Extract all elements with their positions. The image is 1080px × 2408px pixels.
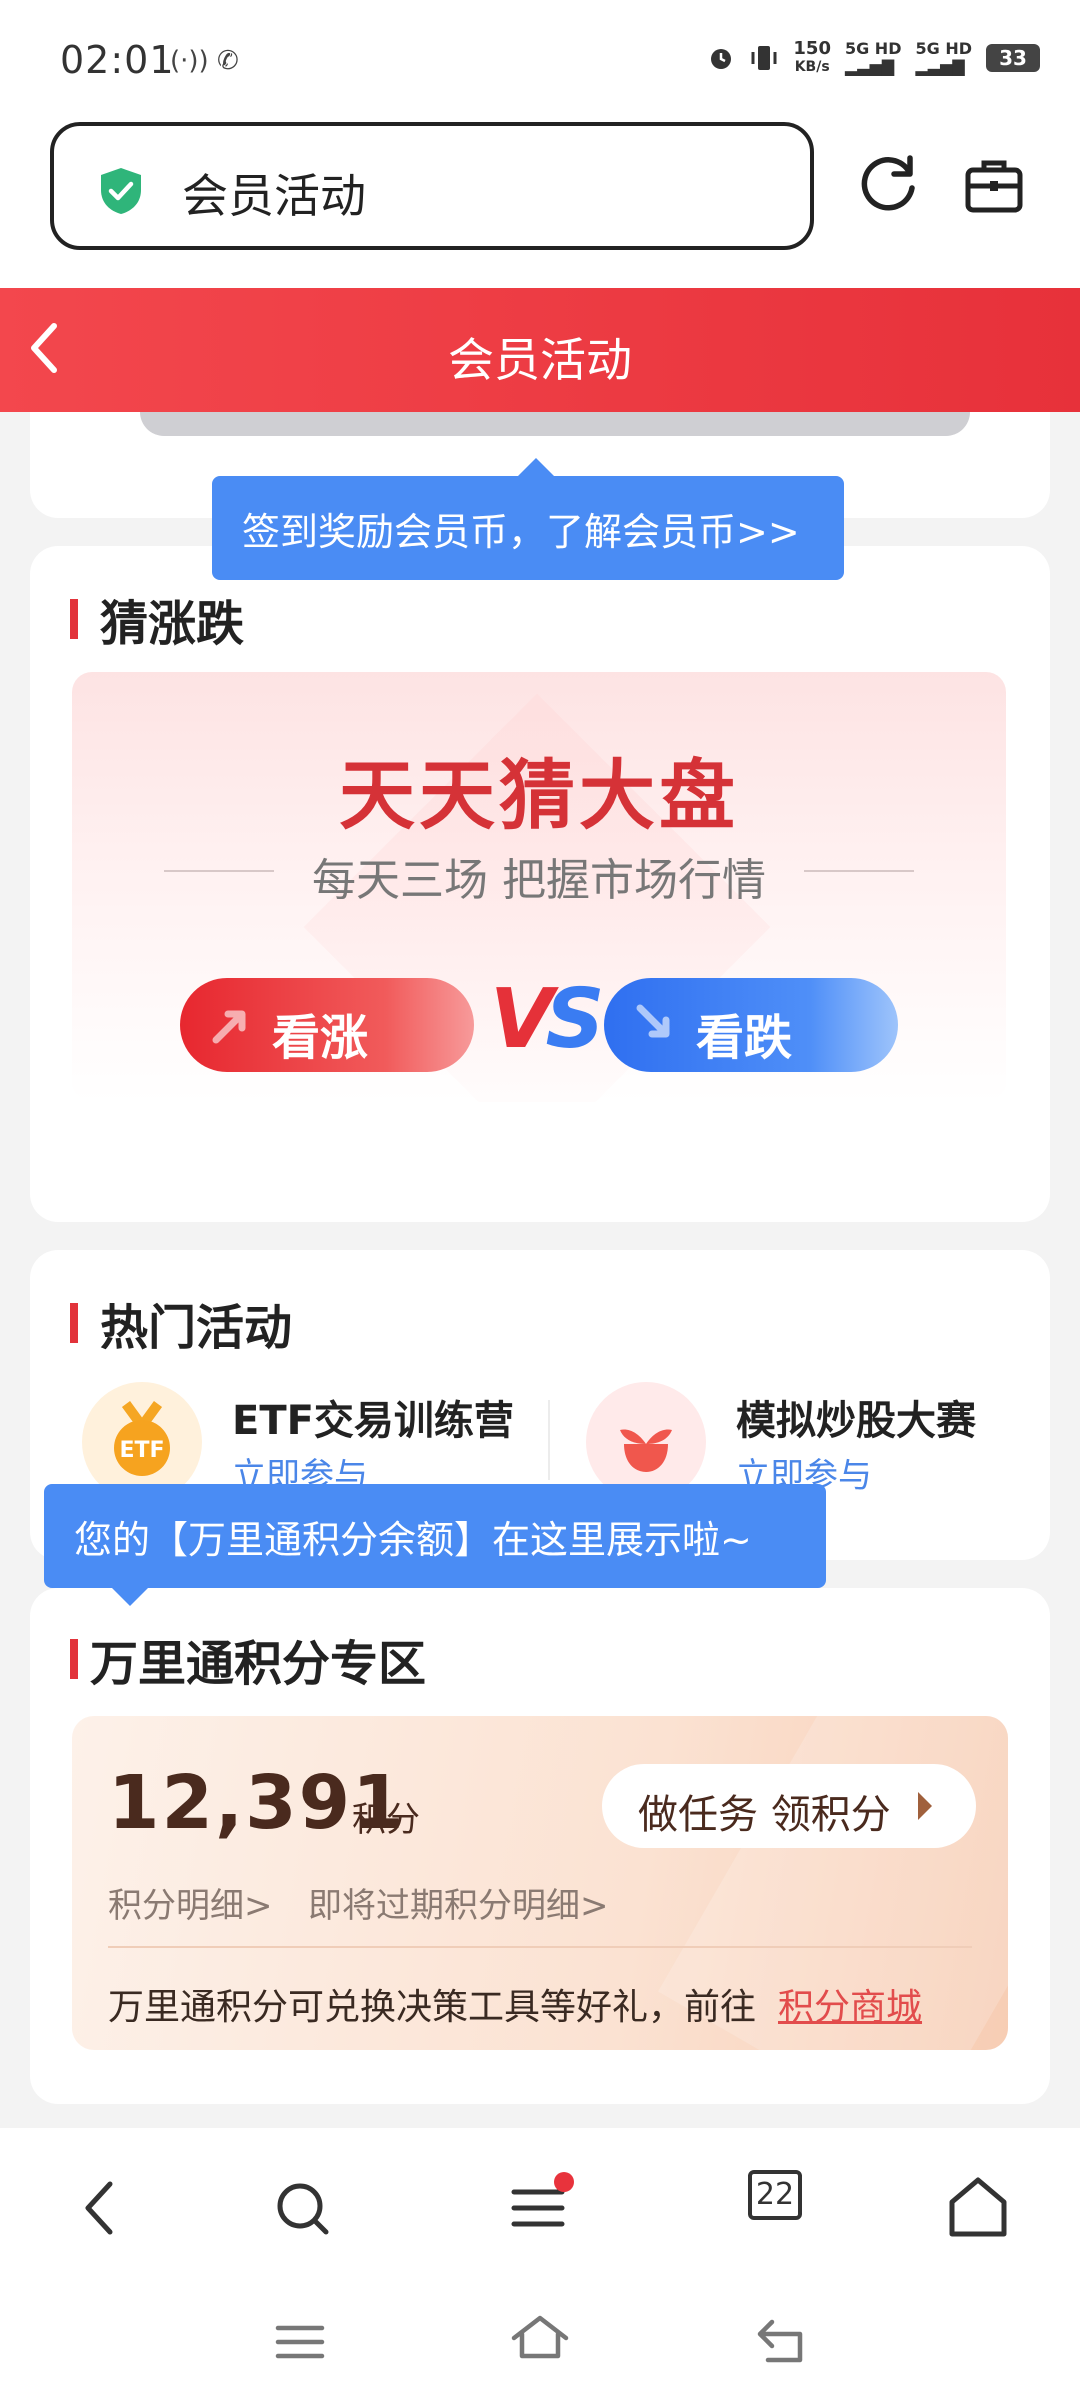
section-title: 热门活动 bbox=[100, 1300, 293, 1356]
address-field[interactable]: 会员活动 bbox=[50, 122, 814, 250]
svg-text:ETF: ETF bbox=[119, 1438, 164, 1463]
shield-check-icon bbox=[101, 168, 141, 214]
signal-2-icon: 5G HD ▂▃▅▇ bbox=[915, 39, 972, 76]
hotspot-call-icons: (·)) ✆ bbox=[170, 46, 239, 76]
arrow-down-icon bbox=[636, 1004, 670, 1038]
guess-section: 猜涨跌 天天猜大盘 每天三场 把握市场行情 看涨 VS 看跌 bbox=[30, 546, 1050, 1222]
divider bbox=[108, 1946, 972, 1948]
section-header: 万里通积分专区 bbox=[70, 1624, 426, 1694]
page-header: 会员活动 bbox=[0, 288, 1080, 412]
status-right-icons: 150 KB/s 5G HD ▂▃▅▇ 5G HD ▂▃▅▇ 33 bbox=[707, 40, 1040, 76]
section-accent-bar bbox=[70, 599, 78, 639]
arrow-up-icon bbox=[212, 1010, 246, 1044]
divider bbox=[548, 1400, 550, 1480]
points-mall-link[interactable]: 积分商城 bbox=[778, 1978, 922, 2030]
system-nav-bar bbox=[0, 2284, 1080, 2408]
guess-banner[interactable]: 天天猜大盘 每天三场 把握市场行情 看涨 VS 看跌 bbox=[72, 672, 1006, 1102]
browser-url-bar: 会员活动 bbox=[0, 120, 1080, 288]
status-bar: 02:01 (·)) ✆ 150 KB/s 5G HD ▂▃▅▇ 5G HD ▂▃▅… bbox=[0, 0, 1080, 120]
guess-up-button[interactable]: 看涨 bbox=[180, 978, 474, 1072]
points-panel: 12,391 积分 做任务 领积分 积分明细> 即将过期积分明细> 万里通积分可… bbox=[72, 1716, 1008, 2050]
up-label: 看涨 bbox=[272, 1010, 369, 1066]
signal-1-icon: 5G HD ▂▃▅▇ bbox=[844, 39, 902, 76]
points-note: 万里通积分可兑换决策工具等好礼，前往 bbox=[108, 1987, 757, 2028]
notification-dot bbox=[554, 2172, 574, 2192]
guess-down-button[interactable]: 看跌 bbox=[604, 978, 898, 1072]
address-text: 会员活动 bbox=[182, 169, 366, 223]
banner-title: 天天猜大盘 bbox=[339, 751, 739, 840]
tabs-button[interactable]: 22 bbox=[748, 2170, 802, 2220]
activity-name: ETF交易训练营 bbox=[232, 1398, 514, 1444]
chevron-right-icon bbox=[918, 1792, 932, 1820]
page-title: 会员活动 bbox=[448, 333, 632, 387]
section-accent-bar bbox=[70, 1639, 78, 1679]
battery-icon: 33 bbox=[986, 44, 1040, 72]
home-icon[interactable] bbox=[938, 2168, 1018, 2248]
browser-bottom-nav: 22 bbox=[0, 2128, 1080, 2284]
points-detail-link[interactable]: 积分明细> bbox=[108, 1878, 273, 1927]
section-header: 猜涨跌 bbox=[70, 584, 244, 654]
reload-icon[interactable] bbox=[858, 154, 920, 216]
points-unit: 积分 bbox=[352, 1800, 420, 1840]
down-label: 看跌 bbox=[696, 1010, 793, 1066]
section-title: 万里通积分专区 bbox=[90, 1636, 427, 1692]
system-home-icon[interactable] bbox=[508, 2310, 572, 2370]
earn-points-button[interactable]: 做任务 领积分 bbox=[602, 1764, 976, 1848]
recents-icon[interactable] bbox=[272, 2314, 328, 2370]
checkin-tooltip[interactable]: 签到奖励会员币，了解会员币>> bbox=[212, 458, 844, 580]
toolbox-icon[interactable] bbox=[964, 156, 1024, 216]
banner-subtitle: 每天三场 把握市场行情 bbox=[312, 855, 766, 906]
back-icon[interactable] bbox=[60, 2168, 140, 2248]
activity-name: 模拟炒股大赛 bbox=[736, 1398, 976, 1444]
section-header: 热门活动 bbox=[70, 1288, 292, 1358]
system-back-icon[interactable] bbox=[752, 2314, 812, 2370]
network-speed: 150 KB/s bbox=[793, 38, 831, 76]
points-tooltip[interactable]: 您的【万里通积分余额】在这里展示啦~ bbox=[44, 1484, 826, 1606]
earn-points-label: 做任务 领积分 bbox=[638, 1792, 891, 1838]
expiring-points-link[interactable]: 即将过期积分明细> bbox=[308, 1878, 609, 1927]
vs-badge: VS bbox=[490, 972, 605, 1067]
points-section: 万里通积分专区 12,391 积分 做任务 领积分 积分明细> 即将过期积分明细… bbox=[30, 1588, 1050, 2104]
section-title: 猜涨跌 bbox=[100, 596, 245, 652]
vibrate-icon bbox=[751, 46, 777, 70]
alarm-icon bbox=[711, 49, 732, 69]
checkin-button[interactable] bbox=[140, 412, 970, 436]
section-accent-bar bbox=[70, 1303, 78, 1343]
status-time: 02:01 bbox=[60, 38, 175, 82]
search-icon[interactable] bbox=[262, 2168, 342, 2248]
